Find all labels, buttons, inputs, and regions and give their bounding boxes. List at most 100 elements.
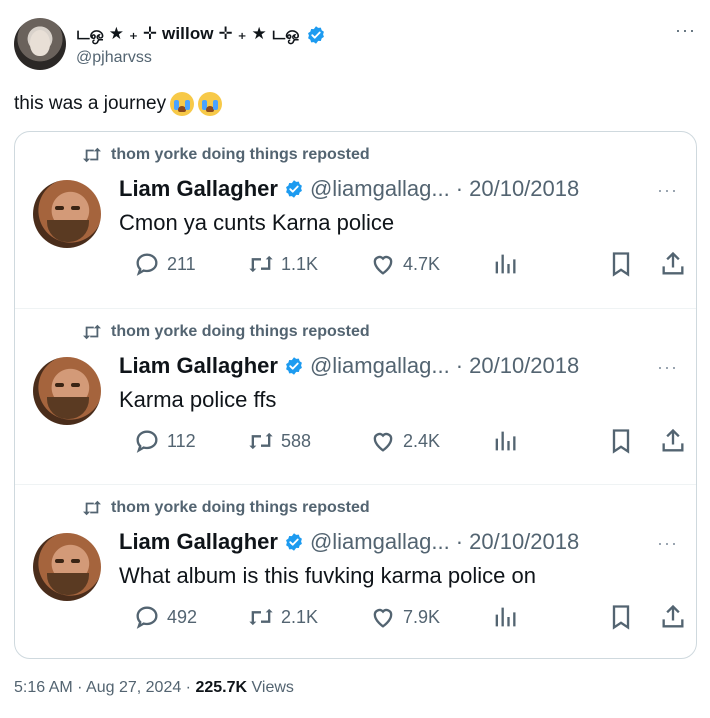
verified-badge-icon [286,357,302,375]
views-label: Views [251,679,294,696]
reply-button[interactable]: 492 [133,603,197,631]
reply-count: 211 [167,253,196,274]
reply-count: 492 [167,606,198,627]
user-avatar[interactable] [33,533,101,601]
user-name[interactable]: Liam Gallagher [119,176,278,202]
repost-icon [249,608,273,626]
reply-icon [136,430,158,453]
repost-indicator: thom yorke doing things reposted [81,146,370,164]
post-header: டஒ ★ ₊ ✛ willow ✛ ₊ ★ டஒ @pjharvss ··· [14,16,696,76]
analytics-icon [495,431,516,451]
repost-label[interactable]: thom yorke doing things reposted [111,323,370,341]
share-button[interactable] [659,603,687,631]
post-body: What album is this fuvking karma police … [119,563,536,588]
user-handle[interactable]: @liamgallag... [310,176,450,202]
like-button[interactable]: 2.4K [369,427,440,455]
post-text: this was a journey [14,92,223,116]
quoted-posts-card[interactable]: thom yorke doing things reposted Liam Ga… [14,131,697,659]
quoted-post[interactable]: thom yorke doing things reposted Liam Ga… [15,484,696,658]
user-name[interactable]: Liam Gallagher [119,353,278,379]
heart-icon [373,255,393,275]
share-icon [662,251,684,275]
user-handle[interactable]: @liamgallag... [310,353,450,379]
bookmark-button[interactable] [607,427,635,455]
quoted-post[interactable]: thom yorke doing things reposted Liam Ga… [15,132,696,308]
analytics-icon [495,607,516,627]
heart-icon [373,608,393,628]
reply-button[interactable]: 211 [133,250,196,278]
post-body: Karma police ffs [119,387,277,412]
post-meta: Liam Gallagher @liamgallag... · 20/10/20… [119,176,579,202]
post-footer-meta: 5:16 AM · Aug 27, 2024 · 225.7K Views [14,679,294,697]
user-handle[interactable]: @liamgallag... [310,529,450,555]
reply-button[interactable]: 112 [133,427,196,455]
post-meta: Liam Gallagher @liamgallag... · 20/10/20… [119,529,579,555]
views-button[interactable] [491,427,519,455]
repost-count: 1.1K [281,253,319,274]
repost-label[interactable]: thom yorke doing things reposted [111,146,370,164]
share-icon [662,428,684,452]
post-body: Cmon ya cunts Karna police [119,210,395,235]
loudly-crying-face-icon [198,92,223,116]
analytics-icon [495,254,516,274]
loudly-crying-face-icon [170,92,195,116]
verified-badge-icon [286,533,302,551]
repost-button[interactable]: 1.1K [247,250,318,278]
bookmark-icon [612,252,630,277]
views-count: 225.7K [195,679,248,696]
user-name[interactable]: Liam Gallagher [119,529,278,555]
like-button[interactable]: 4.7K [369,250,440,278]
action-bar: 112 588 2.4K [119,427,684,457]
repost-icon [83,324,101,340]
reply-icon [136,253,158,276]
repost-count: 2.1K [281,606,319,627]
repost-label[interactable]: thom yorke doing things reposted [111,499,370,517]
author-avatar[interactable] [14,18,66,70]
user-avatar[interactable] [33,357,101,425]
more-options-button[interactable]: ··· [675,20,696,41]
post-date[interactable]: · 20/10/2018 [456,529,580,555]
bookmark-button[interactable] [607,250,635,278]
heart-icon [373,432,393,452]
like-count: 2.4K [403,430,441,451]
bookmark-icon [612,429,630,454]
like-button[interactable]: 7.9K [369,603,440,631]
share-icon [662,604,684,628]
repost-icon [83,147,101,163]
reply-icon [136,606,158,629]
repost-button[interactable]: 2.1K [247,603,318,631]
like-count: 4.7K [403,253,441,274]
author-handle[interactable]: @pjharvss [76,49,152,67]
more-options-button[interactable]: ··· [657,180,678,201]
post-text-content: this was a journey [14,93,167,114]
more-options-button[interactable]: ··· [657,533,678,554]
action-bar: 211 1.1K 4.7K [119,250,684,280]
repost-icon [83,500,101,516]
author-name[interactable]: டஒ ★ ₊ ✛ willow ✛ ₊ ★ டஒ [76,24,300,46]
repost-button[interactable]: 588 [247,427,311,455]
action-bar: 492 2.1K 7.9K [119,603,684,633]
views-button[interactable] [491,603,519,631]
author-name-row[interactable]: டஒ ★ ₊ ✛ willow ✛ ₊ ★ டஒ [76,24,326,46]
repost-icon [249,255,273,273]
like-count: 7.9K [403,606,441,627]
views-button[interactable] [491,250,519,278]
bookmark-icon [612,605,630,630]
repost-indicator: thom yorke doing things reposted [81,323,370,341]
verified-badge-icon [307,26,324,44]
share-button[interactable] [659,427,687,455]
post-date[interactable]: · 20/10/2018 [456,176,580,202]
post-date[interactable]: · 20/10/2018 [456,353,580,379]
bookmark-button[interactable] [607,603,635,631]
share-button[interactable] [659,250,687,278]
user-avatar[interactable] [33,180,101,248]
reply-count: 112 [167,430,196,451]
avatar-face [30,30,50,56]
repost-indicator: thom yorke doing things reposted [81,499,370,517]
post-timestamp[interactable]: 5:16 AM · Aug 27, 2024 · [14,679,191,696]
quoted-post[interactable]: thom yorke doing things reposted Liam Ga… [15,308,696,484]
more-options-button[interactable]: ··· [657,357,678,378]
repost-icon [249,432,273,450]
verified-badge-icon [286,180,302,198]
repost-count: 588 [281,430,312,451]
